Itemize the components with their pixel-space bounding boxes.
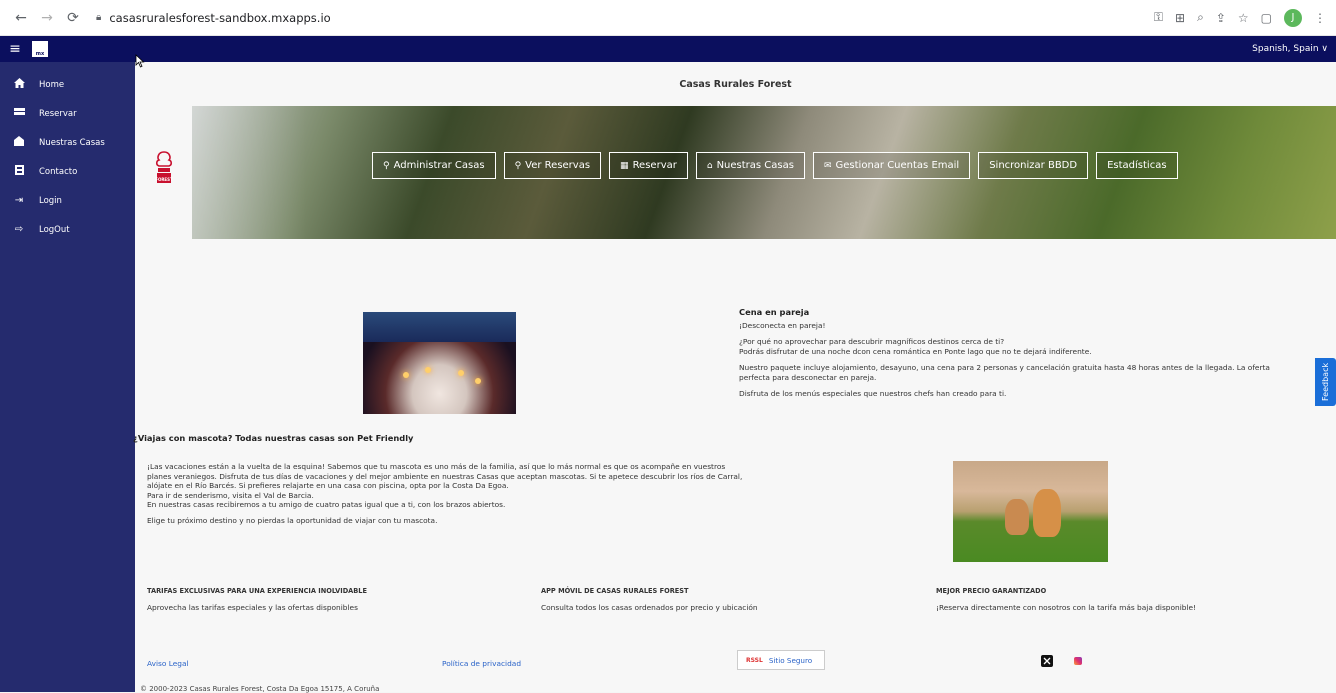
- lock-icon: 🔒︎: [96, 12, 102, 23]
- sitio-seguro-label: Sitio Seguro: [768, 655, 813, 665]
- sincronizar-bbdd-button[interactable]: Sincronizar BBDD: [978, 152, 1089, 179]
- sidebar-item-label: Nuestras Casas: [39, 137, 105, 148]
- contact-card-icon: [12, 165, 26, 178]
- mouse-cursor-icon: [135, 54, 145, 68]
- sidepanel-icon[interactable]: ▢: [1261, 11, 1272, 25]
- crest-text: FOREST: [155, 177, 173, 182]
- cena-paragraph: Nuestro paquete incluye alojamiento, des…: [739, 363, 1270, 382]
- house-icon: ⌂: [706, 160, 713, 171]
- profile-avatar[interactable]: J: [1284, 8, 1302, 27]
- ssl-logo-icon: RSSL: [746, 656, 763, 664]
- candle-light: [403, 372, 409, 378]
- feature-text: Consulta todos los casas ordenados por p…: [541, 603, 758, 612]
- key-icon: ⚲: [383, 160, 390, 171]
- estadisticas-button[interactable]: Estadísticas: [1096, 152, 1178, 179]
- bookmark-star-icon[interactable]: ☆: [1238, 11, 1249, 25]
- feature-tarifas: TARIFAS EXCLUSIVAS PARA UNA EXPERIENCIA …: [147, 587, 367, 612]
- feature-text: Aprovecha las tarifas especiales y las o…: [147, 603, 358, 612]
- hamburger-menu-icon[interactable]: ≡: [2, 41, 28, 57]
- login-icon: ⇥: [14, 195, 24, 206]
- cena-paragraph: Disfruta de los menús especiales que nue…: [739, 389, 1007, 398]
- forest-crest-logo[interactable]: FOREST: [153, 150, 175, 188]
- pet-paragraph: Elige tu próximo destino y no pierdas la…: [147, 515, 438, 525]
- envelope-icon: ✉: [823, 160, 832, 171]
- cena-paragraph: ¡Desconecta en pareja!: [739, 321, 826, 330]
- sidebar-item-label: Home: [39, 79, 65, 90]
- address-bar[interactable]: 🔒︎ casasruralesforest-sandbox.mxapps.io: [96, 11, 331, 25]
- feature-title: MEJOR PRECIO GARANTIZADO: [936, 587, 1047, 595]
- url-text: casasruralesforest-sandbox.mxapps.io: [109, 10, 331, 25]
- sidebar-item-home[interactable]: Home: [0, 70, 135, 99]
- install-icon[interactable]: ⊞: [1175, 11, 1185, 25]
- bed-icon: [12, 108, 26, 119]
- logout-icon: ⇨: [14, 224, 24, 235]
- share-icon[interactable]: ⇪: [1216, 11, 1226, 25]
- feature-title: TARIFAS EXCLUSIVAS PARA UNA EXPERIENCIA …: [147, 587, 368, 595]
- nuestras-casas-button[interactable]: ⌂ Nuestras Casas: [695, 152, 805, 179]
- reload-icon[interactable]: ⟳: [62, 7, 84, 29]
- romantic-dinner-image: [363, 312, 516, 414]
- candle-light: [425, 367, 431, 373]
- browser-toolbar: ← → ⟳ 🔒︎ casasruralesforest-sandbox.mxap…: [0, 0, 1336, 36]
- sidebar-item-label: LogOut: [39, 224, 70, 235]
- gestionar-cuentas-email-button[interactable]: ✉ Gestionar Cuentas Email: [812, 152, 971, 179]
- language-selector[interactable]: Spanish, Spain ∨: [1252, 44, 1336, 54]
- administrar-casas-button[interactable]: ⚲ Administrar Casas: [372, 152, 496, 179]
- admin-button-bar: ⚲ Administrar Casas ⚲ Ver Reservas ▦ Reserv…: [372, 152, 1178, 179]
- app-header: ≡ mx Spanish, Spain ∨: [0, 36, 1336, 62]
- aviso-legal-link[interactable]: Aviso Legal: [147, 659, 189, 668]
- dinner-image-sky: [363, 312, 516, 342]
- page-title: Casas Rurales Forest: [679, 79, 792, 90]
- key-icon: ⚲: [514, 160, 522, 171]
- instagram-icon[interactable]: [1072, 655, 1084, 667]
- pet-friendly-title: ¿Viajas con mascota? Todas nuestras casa…: [133, 433, 414, 443]
- key-icon[interactable]: ⚿: [1154, 10, 1163, 25]
- table-icon: ▦: [620, 160, 629, 171]
- forward-icon[interactable]: →: [36, 7, 58, 29]
- sidebar-item-logout[interactable]: ⇨ LogOut: [0, 215, 135, 244]
- pet-paragraph: ¡Las vacaciones están a la vuelta de la …: [147, 462, 743, 510]
- sidebar-item-reservar[interactable]: Reservar: [0, 99, 135, 128]
- back-icon[interactable]: ←: [10, 7, 32, 29]
- ver-reservas-button[interactable]: ⚲ Ver Reservas: [503, 152, 602, 179]
- feature-app-movil: APP MÓVIL DE CASAS RURALES FOREST Consul…: [541, 587, 758, 612]
- house-icon: [12, 136, 26, 149]
- app-logo[interactable]: mx: [32, 41, 48, 57]
- candle-light: [458, 370, 464, 376]
- feature-mejor-precio: MEJOR PRECIO GARANTIZADO ¡Reserva direct…: [936, 587, 1196, 612]
- hero-banner: ⚲ Administrar Casas ⚲ Ver Reservas ▦ Reserv…: [192, 106, 1336, 239]
- dog-figure: [1033, 489, 1061, 537]
- sidebar: Home Reservar Nuestras Casas Contacto ⇥ …: [0, 62, 135, 692]
- sidebar-item-login[interactable]: ⇥ Login: [0, 186, 135, 215]
- x-twitter-icon[interactable]: [1041, 655, 1053, 667]
- cena-title: Cena en pareja: [739, 307, 810, 317]
- sitio-seguro-badge[interactable]: RSSL Sitio Seguro: [737, 650, 825, 670]
- politica-privacidad-link[interactable]: Política de privacidad: [442, 659, 521, 668]
- dogs-image: [953, 461, 1108, 562]
- pet-friendly-text: ¡Las vacaciones están a la vuelta de la …: [147, 462, 747, 532]
- browser-menu-icon[interactable]: ⋮: [1314, 11, 1326, 25]
- sidebar-item-label: Reservar: [39, 108, 77, 119]
- candle-light: [475, 378, 481, 384]
- home-icon: [12, 78, 26, 91]
- sidebar-item-nuestras-casas[interactable]: Nuestras Casas: [0, 128, 135, 157]
- cena-en-pareja-section: Cena en pareja ¡Desconecta en pareja! ¿P…: [739, 307, 1299, 405]
- feature-text: ¡Reserva directamente con nosotros con l…: [936, 603, 1197, 612]
- zoom-icon[interactable]: ⌕: [1197, 10, 1204, 25]
- feedback-tab[interactable]: Feedback: [1315, 358, 1336, 406]
- sidebar-item-label: Contacto: [39, 166, 78, 177]
- sidebar-item-contacto[interactable]: Contacto: [0, 157, 135, 186]
- main-content: Casas Rurales Forest FOREST ⚲ Administrar…: [133, 62, 1336, 693]
- reservar-button[interactable]: ▦ Reservar: [609, 152, 688, 179]
- dog-figure: [1005, 499, 1029, 535]
- cena-paragraph: ¿Por qué no aprovechar para descubrir ma…: [739, 337, 1092, 356]
- sidebar-item-label: Login: [39, 195, 62, 206]
- feature-title: APP MÓVIL DE CASAS RURALES FOREST: [541, 587, 689, 595]
